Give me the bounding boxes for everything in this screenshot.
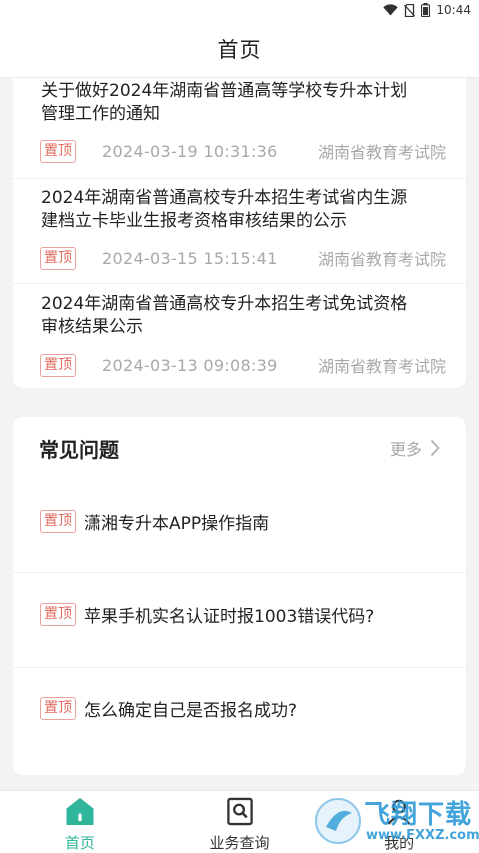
pinned-tag: 置顶 (40, 509, 76, 533)
pinned-tag: 置顶 (40, 139, 76, 163)
news-item[interactable]: 2024年湖南省普通高校专升本招生考试免试资格 审核结果公示 置顶 2024-0… (13, 283, 466, 388)
faq-title: 常见问题 (39, 437, 119, 462)
pinned-tag: 置顶 (40, 353, 76, 377)
news-item[interactable]: 关于做好2024年湖南省普通高等学校专升本计划 管理工作的通知 置顶 2024-… (13, 78, 466, 170)
faq-question: 苹果手机实名认证时报1003错误代码? (84, 606, 375, 627)
status-bar: 10:44 (0, 0, 479, 20)
news-title: 2024年湖南省普通高校专升本招生考试免试资格 审核结果公示 (41, 294, 408, 337)
top-nav-bar: 首页 (0, 20, 479, 78)
faq-item[interactable]: 置顶 苹果手机实名认证时报1003错误代码? (13, 568, 466, 660)
news-source: 湖南省教育考试院 (317, 143, 446, 162)
battery-icon (421, 3, 431, 17)
news-meta: 置顶 2024-03-13 09:08:39 湖南省教育考试院 (40, 353, 446, 377)
faq-item[interactable]: 置顶 潇湘专升本APP操作指南 (13, 475, 466, 567)
search-doc-icon (226, 797, 253, 826)
no-sim-icon (404, 3, 416, 17)
chevron-right-icon (430, 439, 440, 457)
wifi-icon (383, 4, 399, 16)
faq-question: 怎么确定自己是否报名成功? (84, 700, 298, 721)
pinned-tag: 置顶 (40, 246, 76, 270)
news-title: 关于做好2024年湖南省普通高等学校专升本计划 管理工作的通知 (41, 81, 408, 124)
news-source: 湖南省教育考试院 (317, 250, 446, 269)
news-item[interactable]: 2024年湖南省普通高校专升本招生考试省内生源 建档立卡毕业生报考资格审核结果的… (13, 178, 466, 284)
news-date: 2024-03-13 09:08:39 (102, 355, 278, 375)
tab-business-query[interactable]: 业务查询 (160, 791, 320, 853)
news-meta: 置顶 2024-03-15 15:15:41 湖南省教育考试院 (40, 246, 446, 270)
tab-mine[interactable]: 我的 (319, 791, 479, 853)
home-icon (66, 797, 94, 826)
page-title: 首页 (217, 37, 262, 62)
content-scroll-area[interactable]: 关于做好2024年湖南省普通高等学校专升本计划 管理工作的通知 置顶 2024-… (0, 78, 479, 790)
tab-label: 我的 (384, 834, 415, 852)
profile-icon (387, 799, 411, 825)
bottom-tab-bar: 首页 业务查询 我的 (0, 790, 479, 853)
status-time: 10:44 (436, 3, 471, 17)
more-label: 更多 (389, 440, 422, 459)
news-title: 2024年湖南省普通高校专升本招生考试省内生源 建档立卡毕业生报考资格审核结果的… (41, 188, 408, 231)
faq-header: 常见问题 更多 (13, 417, 466, 479)
news-date: 2024-03-19 10:31:36 (102, 141, 278, 161)
faq-item[interactable]: 置顶 怎么确定自己是否报名成功? (13, 662, 466, 754)
faq-question: 潇湘专升本APP操作指南 (84, 513, 270, 534)
news-meta: 置顶 2024-03-19 10:31:36 湖南省教育考试院 (40, 139, 446, 163)
pinned-tag: 置顶 (40, 602, 76, 626)
faq-card: 常见问题 更多 置顶 潇湘专升本APP操作指南 置顶 苹果手机实名认证时报100… (13, 417, 466, 775)
news-source: 湖南省教育考试院 (317, 357, 446, 376)
tab-label: 首页 (64, 834, 95, 852)
tab-home[interactable]: 首页 (0, 791, 160, 853)
news-date: 2024-03-15 15:15:41 (102, 248, 278, 268)
faq-more-link[interactable]: 更多 (390, 436, 440, 460)
news-card: 关于做好2024年湖南省普通高等学校专升本计划 管理工作的通知 置顶 2024-… (13, 78, 466, 388)
pinned-tag: 置顶 (40, 696, 76, 720)
tab-label: 业务查询 (209, 834, 270, 852)
